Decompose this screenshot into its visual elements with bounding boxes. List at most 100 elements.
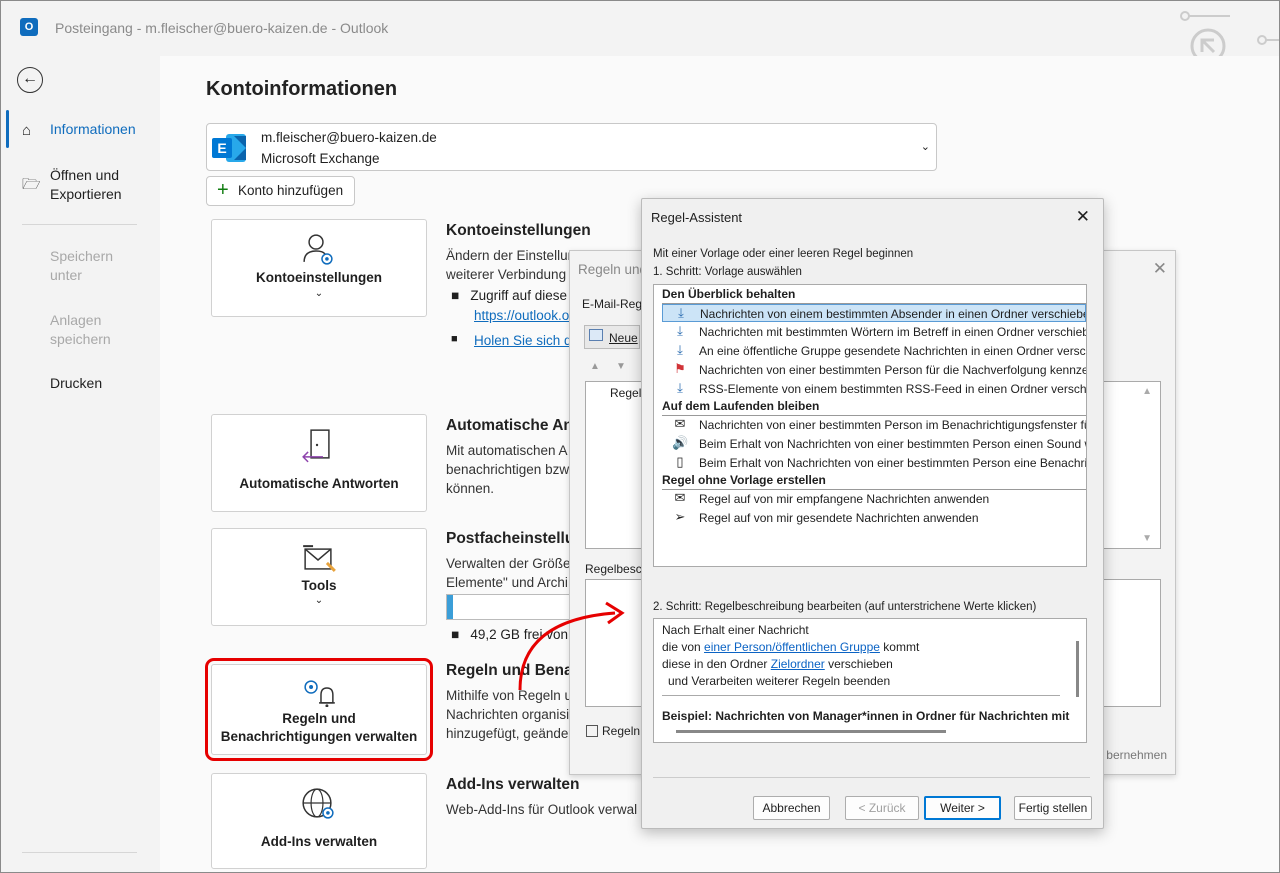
title-bar: O Posteingang - m.fleischer@buero-kaizen… [0, 0, 1280, 56]
card-label: Kontoeinstellungen [256, 270, 382, 285]
template-label: Nachrichten von einer bestimmten Person … [699, 363, 1086, 377]
template-label: Beim Erhalt von Nachrichten von einer be… [699, 456, 1086, 470]
dialog-divider [653, 777, 1090, 778]
section-text: Web-Add-Ins für Outlook verwal [446, 802, 638, 817]
template-item[interactable]: ✉ Nachrichten von einer bestimmten Person… [662, 416, 1086, 434]
outlook-web-link[interactable]: https://outlook.o [474, 308, 569, 323]
new-rule-label: Neue [609, 331, 638, 345]
cancel-button[interactable]: Abbrechen [753, 796, 830, 820]
dialog-title: Regeln und [578, 262, 648, 277]
section-text: Ändern der Einstellun [446, 248, 576, 263]
template-item[interactable]: ✉ Regel auf von mir empfangene Nachrichte… [662, 490, 1086, 508]
template-item[interactable]: 🔊 Beim Erhalt von Nachrichten von einer b… [662, 435, 1086, 453]
nav-item-drucken[interactable]: Drucken [0, 374, 160, 396]
template-label: RSS-Elemente von einem bestimmten RSS-Fe… [699, 382, 1086, 396]
desc-line: diese in den Ordner Zielordner verschieb… [662, 657, 893, 671]
chevron-down-icon: ⌄ [314, 288, 324, 299]
mobile-phone-icon: ▯ [676, 454, 684, 469]
nav-item-informationen[interactable]: ⌂ Informationen [0, 120, 160, 144]
gear-bell-icon [304, 680, 335, 707]
plus-icon: + [217, 179, 229, 201]
nav-label: Informationen [50, 121, 136, 137]
nav-item-anlagen-speichern: Anlagen speichern [0, 311, 160, 351]
scroll-up-icon[interactable]: ▲ [1142, 386, 1152, 397]
rule-description: Nach Erhalt einer Nachricht die von eine… [653, 618, 1087, 743]
new-rule-button[interactable]: Neue [584, 325, 640, 349]
template-label: Nachrichten von einer bestimmten Person … [699, 418, 1086, 432]
mobile-app-link[interactable]: Holen Sie sich d [474, 333, 572, 348]
account-settings-card[interactable]: Kontoeinstellungen ⌄ [211, 219, 427, 317]
vertical-scrollbar[interactable] [1076, 641, 1079, 697]
back-arrow-icon[interactable]: ← [17, 67, 43, 93]
nav-item-oeffnen-exportieren[interactable]: 🗁 Öffnen und Exportieren [0, 166, 160, 206]
add-account-button[interactable]: + Konto hinzufügen [206, 176, 355, 206]
desc-line: Nach Erhalt einer Nachricht [662, 623, 809, 637]
section-text: Mit automatischen A [446, 443, 568, 458]
tools-card[interactable]: Tools ⌄ [211, 528, 427, 626]
tab-email-rules[interactable]: E-Mail-Reg [582, 297, 642, 311]
apply-button[interactable]: bernehmen [1106, 748, 1167, 762]
section-title: Kontoeinstellungen [446, 222, 591, 239]
nav-label: Speichern unter [50, 248, 114, 283]
template-label: An eine öffentliche Gruppe gesendete Nac… [699, 344, 1086, 358]
account-type: Microsoft Exchange [261, 151, 380, 166]
exchange-logo-icon: E [212, 134, 246, 162]
annotation-arrow-icon [518, 601, 625, 691]
bullet-item: ■ Zugriff auf diese [451, 288, 567, 303]
template-item[interactable]: ⤓ RSS-Elemente von einem bestimmten RSS-F… [662, 380, 1086, 398]
close-icon[interactable]: ✕ [1076, 207, 1090, 227]
target-folder-link[interactable]: Zielordner [771, 657, 825, 671]
close-icon[interactable]: ✕ [1153, 259, 1167, 279]
template-item[interactable]: ➢ Regel auf von mir gesendete Nachrichten… [662, 509, 1086, 527]
desc-example: Beispiel: Nachrichten von Manager*innen … [662, 709, 1070, 723]
window-title: Posteingang - m.fleischer@buero-kaizen.d… [55, 20, 389, 36]
scroll-down-icon[interactable]: ▼ [1142, 533, 1152, 544]
account-selector[interactable]: E m.fleischer@buero-kaizen.de Microsoft … [206, 123, 937, 171]
person-group-link[interactable]: einer Person/öffentlichen Gruppe [704, 640, 880, 654]
rules-checkbox[interactable]: Regeln [586, 724, 640, 738]
svg-text:E: E [217, 140, 226, 156]
template-label: Regel auf von mir gesendete Nachrichten … [699, 511, 979, 525]
wizard-intro: Mit einer Vorlage oder einer leeren Rege… [653, 248, 914, 260]
door-arrow-icon [302, 429, 330, 463]
template-item[interactable]: ▯ Beim Erhalt von Nachrichten von einer b… [662, 454, 1086, 472]
back-button: < Zurück [845, 796, 919, 820]
card-label: Add-Ins verwalten [260, 834, 378, 849]
card-label: Tools [301, 578, 337, 593]
section-title: Automatische An [446, 417, 573, 434]
section-text: benachrichtigen bzw [446, 462, 570, 477]
add-account-label: Konto hinzufügen [238, 183, 344, 198]
automatic-replies-card[interactable]: Automatische Antworten [211, 414, 427, 512]
rules-alerts-card[interactable]: Regeln und Benachrichtigungen verwalten [205, 658, 433, 761]
template-item[interactable]: ⚑ Nachrichten von einer bestimmten Person… [662, 361, 1086, 379]
manage-addins-card[interactable]: Add-Ins verwalten [211, 773, 427, 869]
template-item[interactable]: ⤓ An eine öffentliche Gruppe gesendete Na… [662, 342, 1086, 360]
alert-window-icon: ✉ [674, 416, 686, 431]
home-icon: ⌂ [22, 122, 32, 139]
group-header: Auf dem Laufenden bleiben [662, 399, 820, 413]
checkbox-icon [586, 725, 598, 737]
finish-button[interactable]: Fertig stellen [1014, 796, 1092, 820]
section-text: können. [446, 481, 495, 496]
step2-label: 2. Schritt: Regelbeschreibung bearbeiten… [653, 601, 1037, 613]
move-to-folder-icon: ⤓ [678, 305, 684, 320]
move-down-icon[interactable]: ▼ [616, 361, 626, 372]
section-title: Add-Ins verwalten [446, 776, 580, 793]
template-label: Nachrichten von einem bestimmten Absende… [700, 307, 1086, 321]
step1-label: 1. Schritt: Vorlage auswählen [653, 266, 802, 278]
card-label: Automatische Antworten [239, 476, 399, 491]
move-up-icon[interactable]: ▲ [590, 361, 600, 372]
section-text: Nachrichten organisi [446, 707, 570, 722]
mailbox-tools-icon [303, 545, 336, 572]
user-settings-icon [303, 234, 333, 265]
rss-folder-icon: ⤓ [677, 380, 683, 395]
next-button[interactable]: Weiter > [924, 796, 1001, 820]
horizontal-scrollbar[interactable] [676, 730, 946, 733]
wizard-title: Regel-Assistent [651, 210, 743, 225]
section-text: weiterer Verbindung [446, 267, 567, 282]
template-item[interactable]: ⤓ Nachrichten von einem bestimmten Absend… [662, 304, 1086, 322]
template-list[interactable]: Den Überblick behalten ⤓ Nachrichten von e… [653, 284, 1087, 567]
template-item[interactable]: ⤓ Nachrichten mit bestimmten Wörtern im B… [662, 323, 1086, 341]
envelope-icon: ✉ [674, 490, 686, 505]
folder-open-icon: 🗁 [22, 176, 41, 193]
